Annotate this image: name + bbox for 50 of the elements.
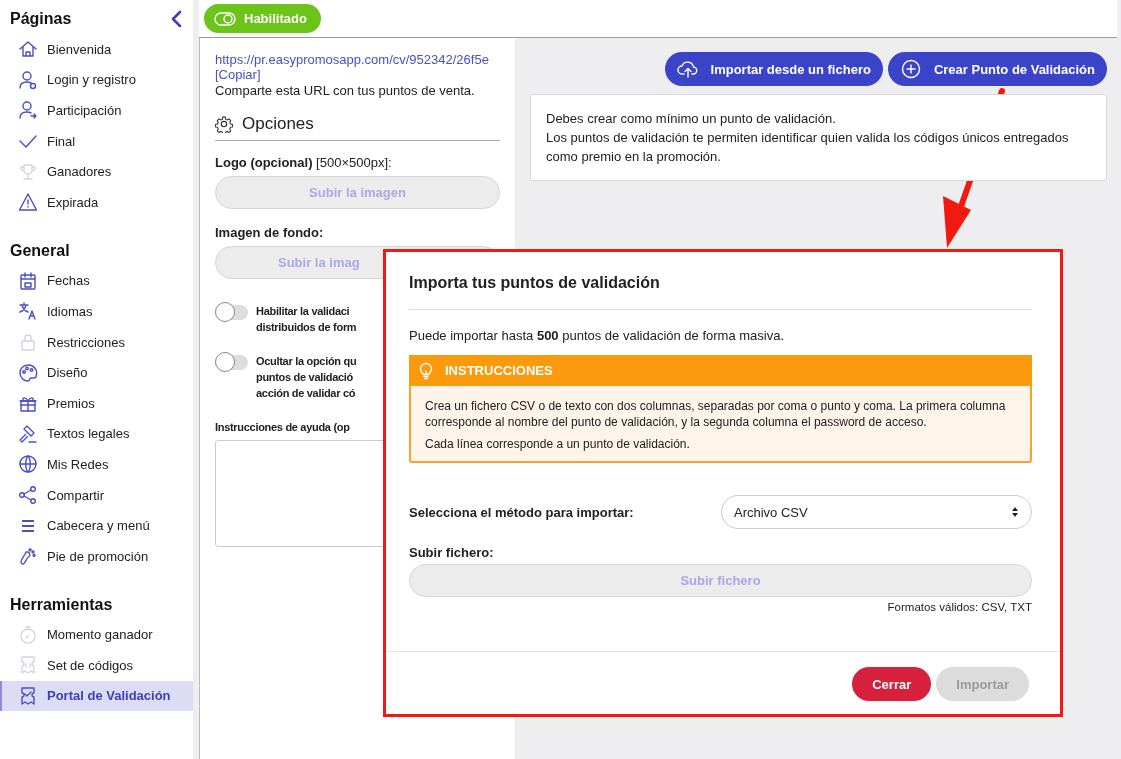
notice-text: Los puntos de validación te permiten identificar quien valida los códigos únicos entregados como premio en la promoción. bbox=[546, 129, 1070, 166]
field-label: Instrucciones de ayuda (op bbox=[215, 420, 350, 435]
sidebar-item[interactable]: Diseño bbox=[0, 357, 193, 388]
field-label: Logo (opcional) [500×500px]: bbox=[215, 155, 393, 171]
section-heading: Herramientas bbox=[10, 595, 113, 614]
url-note: Comparte esta URL con tus puntos de venta. bbox=[215, 82, 476, 100]
instructions-text: Crea un fichero CSV o de texto con dos columnas, separadas por coma o punto y coma. La primera columna corresponde al nombre del punto de validación, y la segunda columna el password de acceso. bbox=[424, 398, 1007, 430]
collapse-icon[interactable] bbox=[169, 10, 183, 28]
sidebar-item[interactable]: Compartir bbox=[0, 479, 193, 511]
method-select[interactable]: Archivo CSV bbox=[721, 495, 1032, 529]
sidebar-item[interactable]: Login y registro bbox=[0, 64, 193, 96]
sort-caret-icon bbox=[1011, 506, 1019, 518]
sidebar-item[interactable]: Participación bbox=[0, 95, 193, 126]
sidebar-item[interactable]: Pie de promoción bbox=[0, 540, 193, 572]
sidebar-item[interactable]: Cabecera y menú bbox=[0, 510, 193, 541]
field-label: Selecciona el método para importar: bbox=[409, 504, 634, 520]
dialog-title: Importa tus puntos de validación bbox=[409, 274, 1032, 310]
url-link[interactable]: https://pr.easypromosapp.com/cv/952342/26f5e bbox=[215, 52, 489, 67]
intro-text: Puede importar hasta 500 puntos de validación de forma masiva. bbox=[409, 328, 786, 343]
toggle-label: Ocultar la opción qu puntos de validació acción de validar có bbox=[256, 354, 357, 401]
sidebar-item[interactable]: Mis Redes bbox=[0, 449, 193, 480]
close-button[interactable]: Cerrar bbox=[852, 667, 932, 701]
section-heading: Páginas bbox=[10, 10, 72, 28]
sidebar-item[interactable]: Portal de Validación bbox=[0, 680, 193, 712]
instructions-title: INSTRUCCIONES bbox=[445, 363, 553, 378]
toggle-switch[interactable] bbox=[215, 355, 248, 370]
settings-icon bbox=[215, 115, 233, 133]
section-heading: Opciones bbox=[242, 114, 314, 134]
sidebar-item[interactable]: Premios bbox=[0, 387, 193, 419]
add-icon bbox=[899, 59, 922, 79]
formats-note: Formatos válidos: CSV, TXT bbox=[886, 601, 1032, 613]
sidebar-item[interactable]: Textos legales bbox=[0, 418, 193, 450]
notice-text: Debes crear como mínimo un punto de validación. bbox=[546, 110, 837, 128]
sidebar-item[interactable]: Bienvenida bbox=[0, 34, 193, 65]
toggle-icon bbox=[214, 11, 236, 26]
toggle-label: Habilitar la validaci distribuidos de form bbox=[256, 304, 357, 335]
create-button[interactable]: Crear Punto de Validación bbox=[887, 52, 1107, 86]
sidebar-item[interactable]: Fechas bbox=[0, 265, 193, 297]
import-button[interactable]: Importar desde un fichero bbox=[664, 52, 883, 86]
field-label: Imagen de fondo: bbox=[215, 225, 325, 241]
sidebar-item[interactable]: Idiomas bbox=[0, 296, 193, 327]
cloud-upload-icon bbox=[676, 59, 699, 79]
section-heading: General bbox=[10, 241, 70, 260]
instructions-text: Cada línea corresponde a un punto de validación. bbox=[424, 436, 691, 452]
field-label: Subir fichero: bbox=[409, 545, 495, 560]
lightbulb-icon bbox=[419, 361, 433, 380]
toggle-switch[interactable] bbox=[215, 305, 248, 320]
sidebar-item[interactable]: Expirada bbox=[0, 186, 193, 218]
copy-link[interactable]: [Copiar] bbox=[215, 67, 261, 82]
sidebar-item[interactable]: Final bbox=[0, 125, 193, 157]
